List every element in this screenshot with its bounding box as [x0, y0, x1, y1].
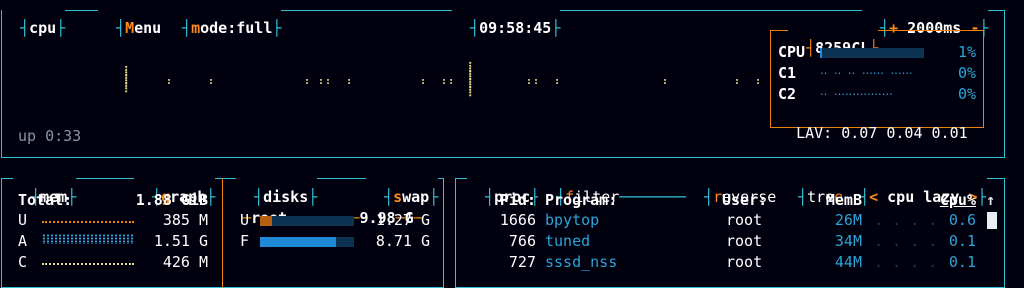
graph-col: : [662, 76, 670, 87]
disk-used-label: U [240, 211, 250, 229]
mode-label: ode:full [200, 19, 273, 37]
core-percent: 0% [957, 64, 976, 82]
process-cpu: 0.6 [948, 211, 976, 229]
col-header-user[interactable]: User: [722, 191, 767, 209]
graph-col: ⡇ ⡇ ⡇ ⡇ [468, 62, 477, 97]
core-label: CPU [778, 43, 806, 61]
process-memb: 34M [834, 232, 862, 250]
mem-available-graph [42, 234, 134, 244]
mem-used-label: U [18, 211, 28, 229]
mem-total-label: Total: [18, 191, 73, 209]
scroll-up-arrow[interactable]: ↑ [986, 191, 996, 209]
lav-label: LAV: [796, 124, 833, 142]
mem-used-value: 385 M [162, 211, 208, 229]
disk-used-bar-fill [260, 216, 272, 226]
graph-col: :: : [526, 76, 562, 87]
process-cpu: 0.1 [948, 253, 976, 271]
mem-cached-graph [42, 259, 134, 265]
disk-free-bar-fill [260, 237, 336, 247]
cpu-total-bar [820, 48, 924, 58]
core-percent: 0% [957, 85, 976, 103]
mem-used-graph [42, 217, 134, 223]
core-graph: ‥ ‥‥‥‥‥‥‥‥ [820, 85, 893, 98]
cpu-box-title-group: ┤cpu├ [2, 1, 66, 37]
graph-col: : [166, 76, 174, 87]
reverse-hotkey: r [713, 188, 723, 206]
menu-hotkey: M [125, 19, 135, 37]
uptime: up 0:33 [18, 127, 82, 145]
process-program: tuned [545, 232, 591, 250]
col-header-program[interactable]: Program: [545, 191, 617, 209]
mem-available-value: 1.51 G [153, 232, 208, 250]
disk-free-label: F [240, 232, 250, 250]
core-percent: 1% [957, 43, 976, 61]
menu-button[interactable]: ┤Menu├ [98, 1, 171, 37]
graph-col: : :: : [304, 76, 354, 87]
graph-col: : :: [420, 76, 456, 87]
mode-hotkey: m [191, 19, 201, 37]
mode-button[interactable]: ┤mode:full├ [164, 1, 282, 37]
col-header-pid[interactable]: Pid: [470, 191, 536, 209]
process-memb: 26M [834, 211, 862, 229]
graph-col: : [208, 76, 216, 87]
lav-values: 0.07 0.04 0.01 [841, 124, 968, 142]
process-program: sssd_nss [545, 253, 618, 271]
cpu-total-bar-fill [820, 48, 822, 58]
cpu-graph: ⡇ ⡇ ⡇ : : : :: : : :: ⡇ ⡇ ⡇ ⡇ :: : : : : [110, 62, 763, 102]
mem-cached-label: C [18, 253, 28, 271]
load-average: LAV: 0.07 0.04 0.01 [778, 106, 968, 142]
col-header-memb[interactable]: MemB [800, 191, 862, 209]
mem-cached-value: 426 M [162, 253, 208, 271]
clock: 09:58:45 [479, 19, 552, 37]
graph-col: : : [734, 76, 763, 87]
process-pid: 766 [508, 232, 536, 250]
disk-used-value: 1.27 G [375, 211, 430, 229]
scrollbar-thumb[interactable] [987, 212, 997, 229]
mem-total-value: 1.88 GiB [135, 191, 208, 209]
process-pid: 1666 [499, 211, 536, 229]
core-label: C1 [778, 64, 797, 82]
process-user: root [726, 253, 763, 271]
process-pid: 727 [508, 253, 536, 271]
process-cpu: 0.1 [948, 232, 976, 250]
graph-col: ⡇ ⡇ ⡇ [124, 66, 133, 93]
process-program: bpytop [545, 211, 600, 229]
sort-prev-button[interactable]: < [869, 188, 878, 206]
process-user: root [726, 211, 763, 229]
menu-label: enu [134, 19, 162, 37]
col-header-cpu[interactable]: Cpu% [920, 191, 976, 209]
clock-group: ┤09:58:45├ [452, 1, 561, 37]
process-memb: 44M [834, 253, 862, 271]
mem-available-label: A [18, 232, 28, 250]
core-label: C2 [778, 85, 797, 103]
process-user: root [726, 232, 763, 250]
disk-free-value: 8.71 G [375, 232, 430, 250]
cpu-box-title: cpu [29, 19, 57, 37]
disk-used-bar [260, 216, 354, 226]
core-graph: ‥ ‥ ‥ ‥‥‥ ‥‥‥ [820, 64, 913, 77]
